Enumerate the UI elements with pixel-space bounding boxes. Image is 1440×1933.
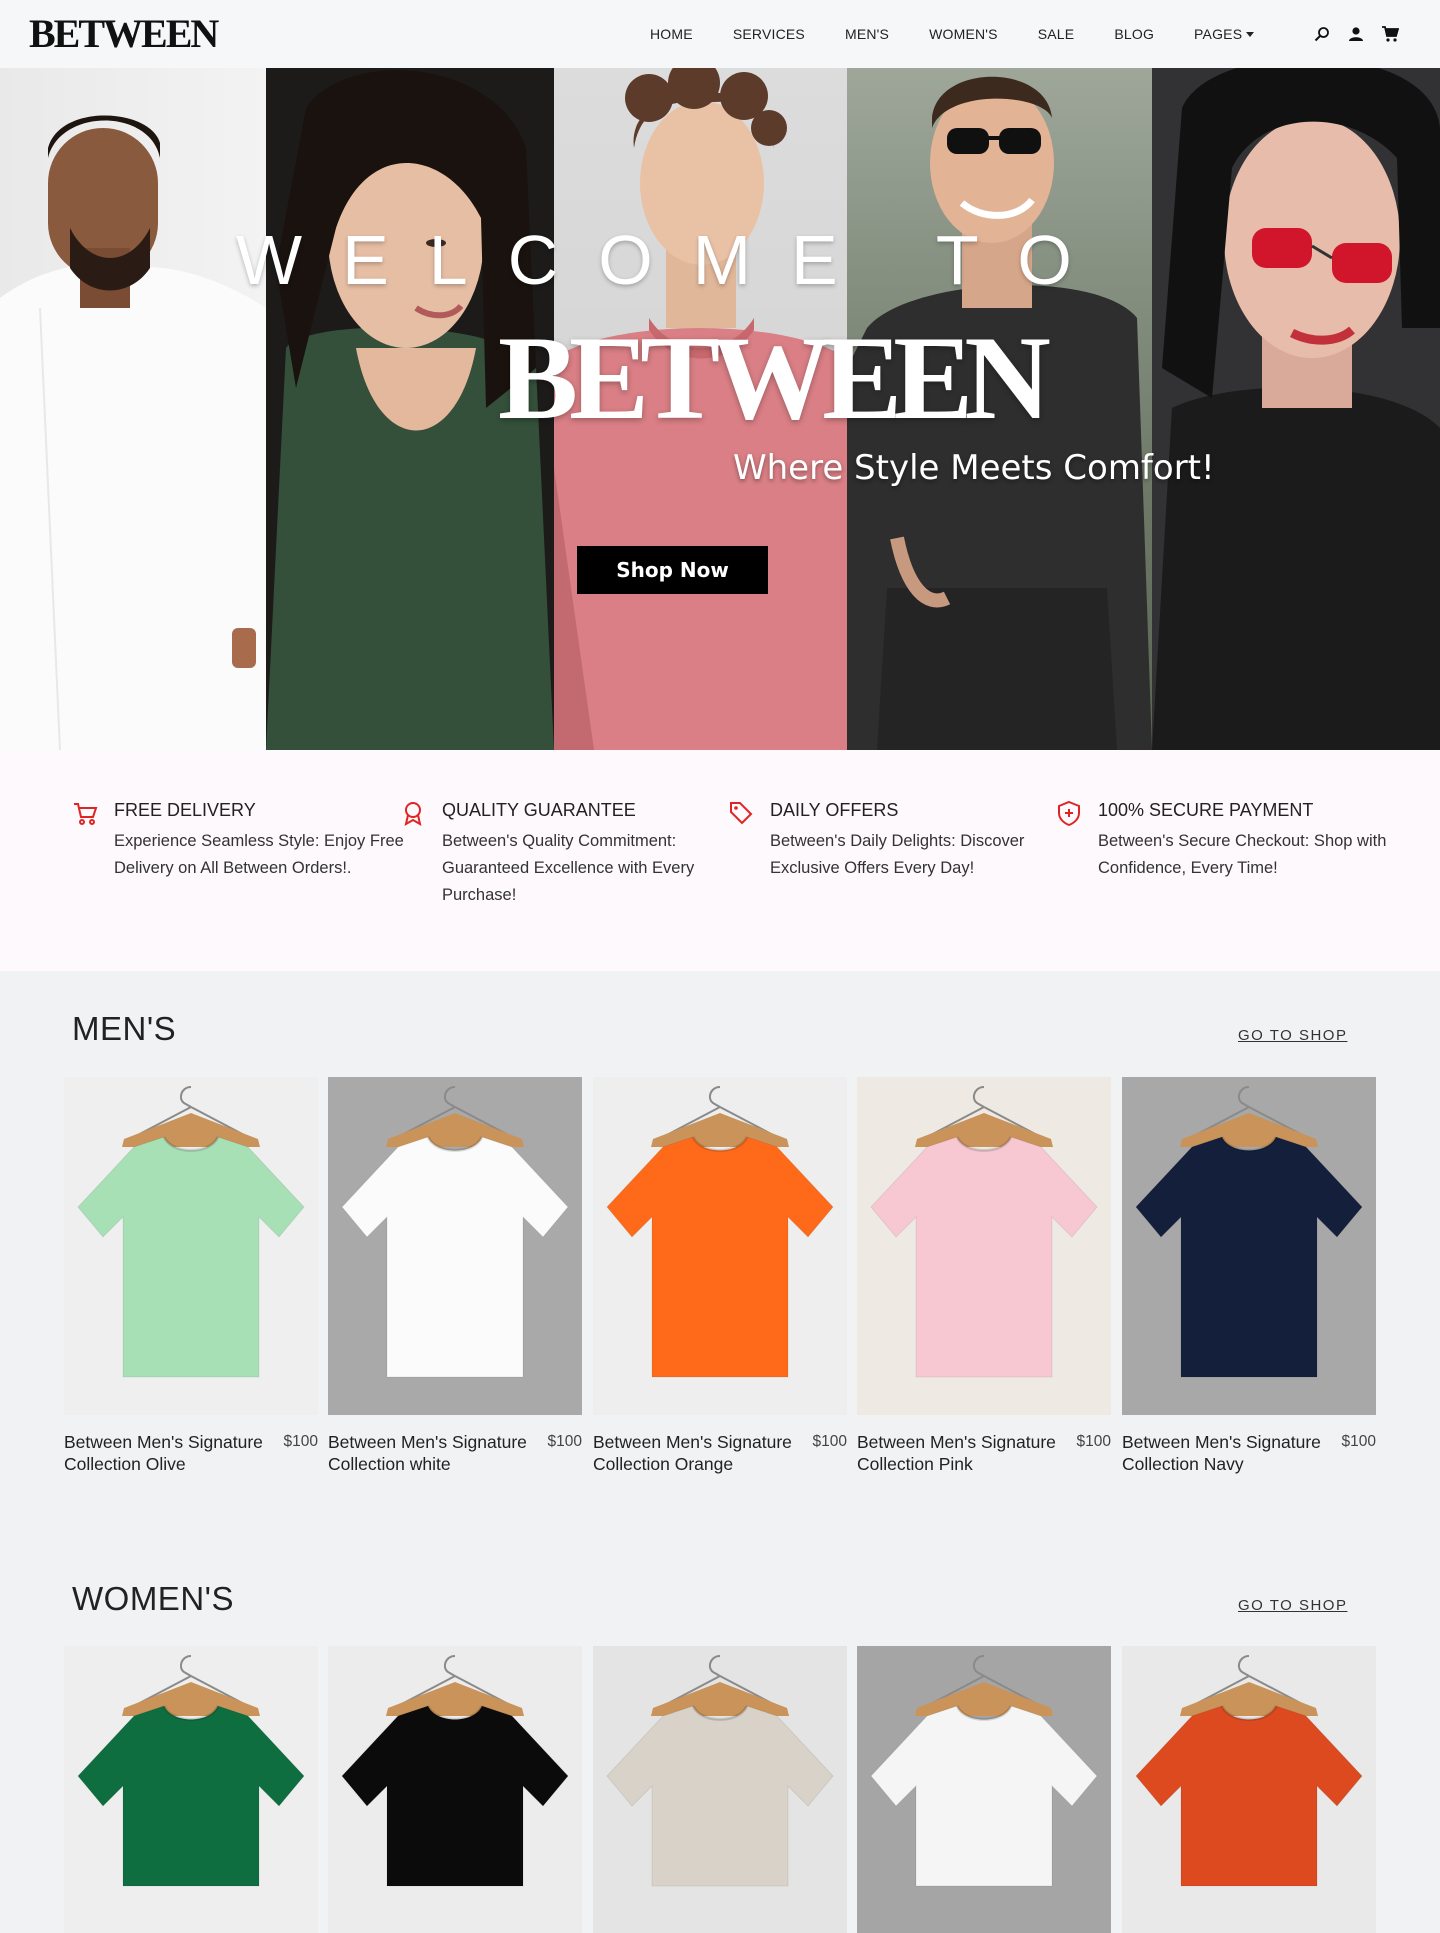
product-card[interactable]: Between Men's Signature Collection Pink … bbox=[857, 1077, 1111, 1475]
navbar: BETWEEN HOME SERVICES MEN'S WOMEN'S SALE… bbox=[0, 0, 1440, 68]
product-image[interactable] bbox=[593, 1646, 847, 1933]
product-card[interactable]: Between Men's Signature Collection Navy … bbox=[1122, 1077, 1376, 1475]
product-name[interactable]: Between Men's Signature Collection Olive bbox=[64, 1431, 264, 1475]
product-name[interactable]: Between Men's Signature Collection Orang… bbox=[593, 1431, 793, 1475]
feature-free-delivery: FREE DELIVERY Experience Seamless Style:… bbox=[74, 798, 414, 882]
product-info: Between Men's Signature Collection Olive… bbox=[64, 1431, 318, 1475]
product-card[interactable]: Between Men's Signature Collection Orang… bbox=[593, 1077, 847, 1475]
nav-womens[interactable]: WOMEN'S bbox=[929, 26, 998, 42]
nav-mens[interactable]: MEN'S bbox=[845, 26, 889, 42]
product-card[interactable]: Between Men's Signature Collection white… bbox=[328, 1077, 582, 1475]
product-image[interactable] bbox=[857, 1077, 1111, 1415]
product-info: Between Men's Signature Collection white… bbox=[328, 1431, 582, 1475]
nav-sale[interactable]: SALE bbox=[1038, 26, 1075, 42]
feature-title: FREE DELIVERY bbox=[114, 800, 256, 820]
feature-title: DAILY OFFERS bbox=[770, 800, 899, 820]
mens-section-title: MEN'S bbox=[72, 1010, 177, 1047]
nav-pages-label: PAGES bbox=[1194, 26, 1243, 42]
product-image[interactable] bbox=[857, 1646, 1111, 1933]
product-name[interactable]: Between Men's Signature Collection Navy bbox=[1122, 1431, 1322, 1475]
nav-icons bbox=[1312, 24, 1400, 44]
nav-home[interactable]: HOME bbox=[650, 26, 693, 42]
feature-text: Between's Secure Checkout: Shop with Con… bbox=[1098, 832, 1387, 877]
feature-title: 100% SECURE PAYMENT bbox=[1098, 800, 1314, 820]
hero-subtitle: Where Style Meets Comfort! bbox=[733, 448, 1215, 488]
product-price: $100 bbox=[1076, 1433, 1111, 1450]
product-info: Between Men's Signature Collection Navy … bbox=[1122, 1431, 1376, 1475]
tag-icon bbox=[728, 800, 754, 826]
product-image[interactable] bbox=[64, 1646, 318, 1933]
shop-now-button[interactable]: Shop Now bbox=[577, 546, 768, 594]
feature-text: Between's Daily Delights: Discover Exclu… bbox=[770, 832, 1025, 877]
product-card[interactable] bbox=[593, 1646, 847, 1933]
product-card[interactable] bbox=[64, 1646, 318, 1933]
product-card[interactable] bbox=[857, 1646, 1111, 1933]
product-card[interactable] bbox=[1122, 1646, 1376, 1933]
product-name[interactable]: Between Men's Signature Collection white bbox=[328, 1431, 528, 1475]
features-section: FREE DELIVERY Experience Seamless Style:… bbox=[0, 750, 1440, 971]
product-price: $100 bbox=[812, 1433, 847, 1450]
hero-welcome-text: WELCOME TO bbox=[236, 221, 1112, 299]
nav-menu: HOME SERVICES MEN'S WOMEN'S SALE BLOG PA… bbox=[650, 0, 1294, 68]
award-icon bbox=[400, 800, 426, 826]
feature-daily-offers: DAILY OFFERS Between's Daily Delights: D… bbox=[730, 798, 1070, 882]
hero-title: BETWEEN bbox=[498, 311, 1051, 444]
womens-section-title: WOMEN'S bbox=[72, 1580, 234, 1617]
product-image[interactable] bbox=[328, 1646, 582, 1933]
feature-title: QUALITY GUARANTEE bbox=[442, 800, 636, 820]
user-icon[interactable] bbox=[1346, 24, 1366, 44]
nav-pages-dropdown[interactable]: PAGES bbox=[1194, 26, 1255, 42]
search-icon[interactable] bbox=[1312, 24, 1332, 44]
product-info: Between Men's Signature Collection Orang… bbox=[593, 1431, 847, 1475]
feature-quality-guarantee: QUALITY GUARANTEE Between's Quality Comm… bbox=[404, 798, 742, 909]
shield-icon bbox=[1056, 800, 1082, 827]
product-price: $100 bbox=[283, 1433, 318, 1450]
product-image[interactable] bbox=[593, 1077, 847, 1415]
product-image[interactable] bbox=[64, 1077, 318, 1415]
product-card[interactable]: Between Men's Signature Collection Olive… bbox=[64, 1077, 318, 1475]
feature-text: Experience Seamless Style: Enjoy Free De… bbox=[114, 832, 404, 877]
product-image[interactable] bbox=[1122, 1077, 1376, 1415]
cart-icon bbox=[72, 800, 98, 826]
product-price: $100 bbox=[547, 1433, 582, 1450]
product-image[interactable] bbox=[328, 1077, 582, 1415]
brand-logo[interactable]: BETWEEN bbox=[29, 10, 219, 58]
product-name[interactable]: Between Men's Signature Collection Pink bbox=[857, 1431, 1057, 1475]
product-card[interactable] bbox=[328, 1646, 582, 1933]
hero-banner: WELCOME TO BETWEEN Where Style Meets Com… bbox=[0, 68, 1440, 750]
womens-go-to-shop-link[interactable]: GO TO SHOP bbox=[1238, 1597, 1347, 1614]
caret-down-icon bbox=[1246, 31, 1255, 37]
product-info: Between Men's Signature Collection Pink … bbox=[857, 1431, 1111, 1475]
product-image[interactable] bbox=[1122, 1646, 1376, 1933]
feature-secure-payment: 100% SECURE PAYMENT Between's Secure Che… bbox=[1058, 798, 1398, 882]
mens-go-to-shop-link[interactable]: GO TO SHOP bbox=[1238, 1027, 1347, 1044]
nav-blog[interactable]: BLOG bbox=[1114, 26, 1154, 42]
feature-text: Between's Quality Commitment: Guaranteed… bbox=[442, 832, 695, 904]
cart-icon[interactable] bbox=[1380, 24, 1400, 44]
product-price: $100 bbox=[1341, 1433, 1376, 1450]
nav-services[interactable]: SERVICES bbox=[733, 26, 805, 42]
